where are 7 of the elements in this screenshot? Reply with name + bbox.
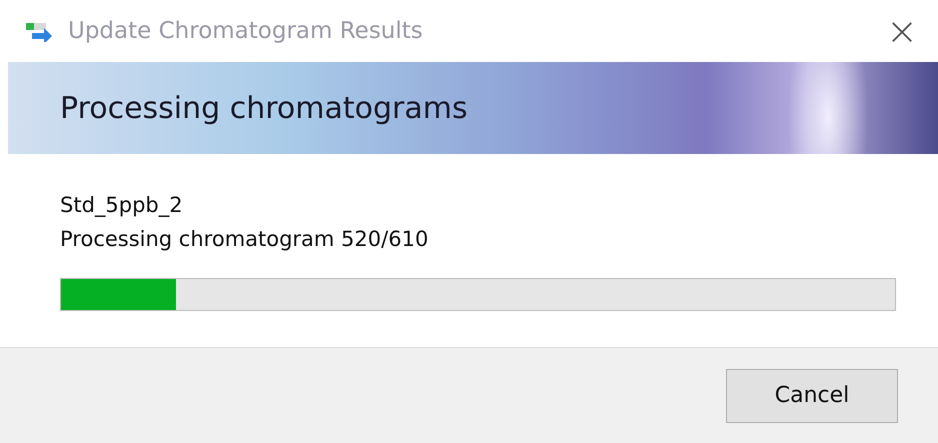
banner-heading: Processing chromatograms	[60, 90, 468, 126]
close-button[interactable]: ×	[880, 12, 924, 50]
item-name: Std_5ppb_2	[60, 192, 184, 219]
app-icon	[26, 20, 54, 42]
cancel-button[interactable]: Cancel	[726, 368, 898, 422]
status-message: Processing chromatogram 520/610	[60, 226, 430, 253]
window-title: Update Chromatogram Results	[68, 18, 424, 44]
